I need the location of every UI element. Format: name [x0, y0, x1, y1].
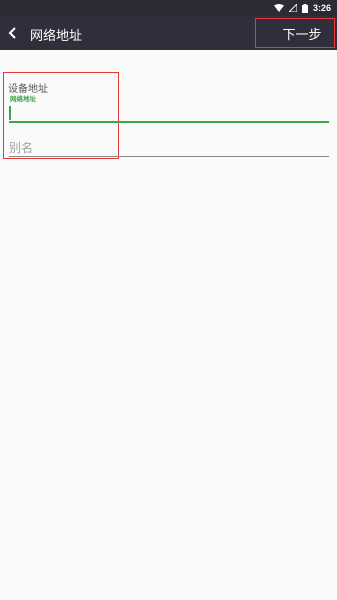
- back-button[interactable]: [4, 22, 22, 44]
- device-address-underline: [9, 121, 329, 123]
- battery-icon: [301, 3, 308, 13]
- status-bar: 3:26: [0, 0, 337, 16]
- toolbar: 网络地址 下一步: [0, 16, 337, 50]
- device-address-input[interactable]: [9, 104, 329, 122]
- wifi-icon: [273, 4, 284, 12]
- next-step-button[interactable]: 下一步: [255, 18, 335, 48]
- signal-icon: [288, 4, 297, 12]
- device-address-hint: 网络地址: [10, 95, 36, 103]
- text-cursor: [9, 106, 11, 120]
- alias-input[interactable]: [9, 141, 329, 155]
- alias-underline: [9, 156, 329, 157]
- clock: 3:26: [312, 3, 331, 13]
- page-title: 网络地址: [30, 29, 83, 44]
- chevron-left-icon: [8, 24, 18, 43]
